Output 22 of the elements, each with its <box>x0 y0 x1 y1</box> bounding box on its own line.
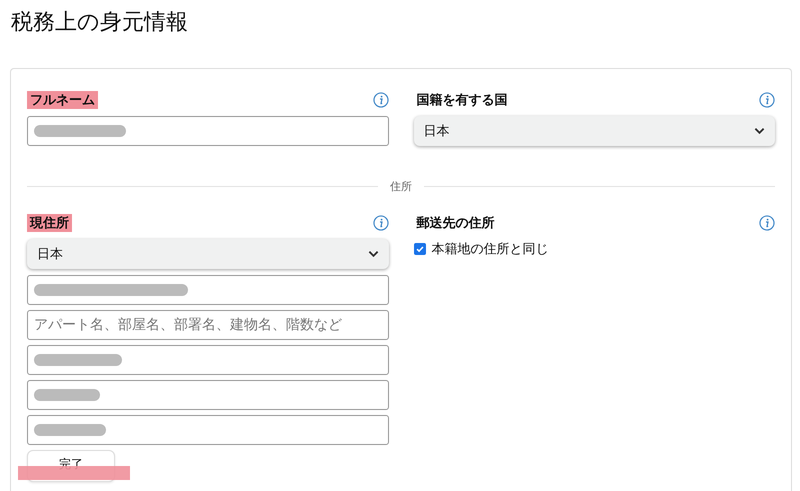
input-field[interactable] <box>27 415 388 445</box>
info-icon[interactable] <box>759 215 775 231</box>
input-field[interactable] <box>27 380 388 410</box>
info-icon[interactable] <box>372 92 388 108</box>
input-field[interactable] <box>27 345 388 375</box>
checkbox-label: 本籍地の住所と同じ <box>432 241 548 258</box>
input-field[interactable] <box>27 275 388 305</box>
country-select[interactable]: 日本 <box>414 116 775 146</box>
input-field[interactable] <box>27 116 388 146</box>
info-icon[interactable] <box>372 215 388 231</box>
country-select[interactable]: 日本 <box>27 239 388 269</box>
chevron-down-icon <box>754 127 765 135</box>
field-label: 郵送先の住所 <box>415 215 496 232</box>
chevron-down-icon <box>368 250 378 258</box>
checkbox[interactable] <box>414 243 426 255</box>
info-icon[interactable] <box>759 92 775 108</box>
page-title: 税務上の身元情報 <box>11 9 189 37</box>
field-label: 国籍を有する国 <box>416 92 508 109</box>
section-label: 住所 <box>390 179 412 194</box>
input-field[interactable]: アパート名、部屋名、部署名、建物名、階数など <box>27 310 388 340</box>
field-label: 現住所 <box>27 214 72 232</box>
field-label: フルネーム <box>27 91 98 109</box>
